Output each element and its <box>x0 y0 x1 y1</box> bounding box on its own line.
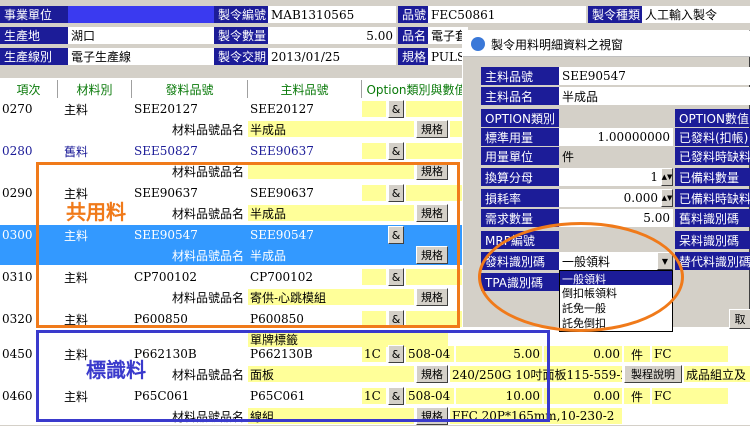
dlg-issued-time-label: 已發料時缺料 <box>675 147 750 165</box>
option-field[interactable] <box>362 143 386 159</box>
col-type-header[interactable]: 材料別 <box>58 80 132 98</box>
dlg-issued-label: 已發料(扣帳) <box>675 128 750 146</box>
order-type-label: 製令種類 <box>588 6 642 23</box>
highlight-ellipse <box>478 222 684 332</box>
material-name-label: 材料品號品名 <box>171 122 244 137</box>
row-no: 0280 <box>2 144 33 158</box>
dlg-conv[interactable]: 1 <box>559 168 661 186</box>
unit: 件 <box>624 388 650 404</box>
dlg-main-part-name[interactable]: 半成品 <box>559 87 750 105</box>
material-name: 半成品 <box>248 121 414 137</box>
production-line-field[interactable]: 電子生產線 <box>68 48 214 65</box>
source: FC <box>652 388 728 404</box>
order-qty-label: 製令數量 <box>214 27 268 44</box>
business-unit-field[interactable] <box>68 6 214 23</box>
label-material-note: 標識料 <box>86 358 146 382</box>
issued-qty: 0.00 <box>544 388 622 404</box>
business-unit-label: 事業單位 <box>0 6 68 23</box>
dlg-option-type-label: OPTION類別 <box>481 109 559 127</box>
dlg-usage-unit[interactable]: 件 <box>559 147 673 165</box>
spec-value <box>450 121 462 137</box>
production-line-label: 生產線別 <box>0 48 68 65</box>
dlg-loss[interactable]: 0.000 <box>559 189 661 207</box>
col-option-header[interactable]: Option類別與數值 <box>362 80 472 98</box>
col-main-header[interactable]: 主料品號 <box>248 80 362 98</box>
process-desc: 成品組立及 <box>684 366 750 382</box>
dlg-old-code-label: 舊料識別碼 <box>675 209 750 227</box>
shared-material-note: 共用料 <box>66 200 126 224</box>
conv-spinner[interactable]: ▲▼ <box>661 168 673 186</box>
dlg-conv-label: 換算分母 <box>481 168 559 186</box>
dlg-prepared-qty-label: 已備料數量 <box>675 168 750 186</box>
dlg-option-value-label: OPTION數值 <box>675 109 750 127</box>
order-qty-field[interactable]: 5.00 <box>268 27 396 44</box>
unit: 件 <box>624 346 650 362</box>
row-issue[interactable]: SEE50827 <box>132 141 246 161</box>
cancel-button[interactable]: 取 <box>729 309 750 329</box>
spec-button[interactable]: 規格 <box>416 120 448 138</box>
order-date-label: 製令交期 <box>214 48 268 65</box>
row-type: 主料 <box>64 102 89 117</box>
dlg-std-usage-label: 標準用量 <box>481 128 559 146</box>
production-site-field[interactable]: 湖口 <box>68 27 214 44</box>
shared-material-box <box>36 162 460 328</box>
row-main[interactable]: SEE20127 <box>248 99 360 119</box>
order-type-field[interactable]: 人工輸入製令 <box>642 6 750 23</box>
option-value-field[interactable] <box>406 101 462 117</box>
amp-button[interactable]: & <box>388 142 404 160</box>
dlg-main-part-no[interactable]: SEE90547 <box>559 67 750 85</box>
dialog-titlebar[interactable]: 製令用料明細資料之視窗 <box>463 31 750 57</box>
dlg-main-part-no-label: 主料品號 <box>481 67 559 85</box>
amp-button[interactable]: & <box>388 100 404 118</box>
dlg-prepared-time-label: 已備料時缺料 <box>675 189 750 207</box>
part-no-label: 品號 <box>398 6 428 23</box>
part-no-field[interactable]: FEC50861 <box>428 6 586 23</box>
row-main[interactable]: SEE90637 <box>248 141 360 161</box>
dlg-sub-code-label: 替代料識別碼 <box>675 252 750 270</box>
process-desc-button[interactable]: 製程說明 <box>624 365 682 383</box>
dlg-loss-label: 損耗率 <box>481 189 559 207</box>
col-no-header[interactable]: 項次 <box>0 80 58 98</box>
row-type: 舊料 <box>64 144 89 159</box>
dialog-title: 製令用料明細資料之視窗 <box>491 38 624 52</box>
issued-qty: 0.00 <box>544 346 622 362</box>
spec-label: 規格 <box>398 48 428 65</box>
part-name-label: 品名 <box>398 27 428 44</box>
row-issue[interactable]: SEE20127 <box>132 99 246 119</box>
order-no-label: 製令編號 <box>214 6 268 23</box>
production-site-label: 生產地 <box>0 27 68 44</box>
loss-spinner[interactable]: ▲▼ <box>661 189 673 207</box>
option-field[interactable] <box>362 101 386 117</box>
dlg-option-type[interactable] <box>559 109 673 127</box>
dlg-std-usage[interactable]: 1.00000000 <box>559 128 673 146</box>
order-no-field[interactable]: MAB1310565 <box>268 6 396 23</box>
dlg-new-code-label: 呆料識別碼 <box>675 231 750 249</box>
dlg-main-part-name-label: 主料品名 <box>481 87 559 105</box>
col-issue-header[interactable]: 發料品號 <box>132 80 248 98</box>
option-value-field[interactable] <box>406 143 462 159</box>
row-no: 0270 <box>2 102 33 116</box>
source: FC <box>652 346 728 362</box>
order-date-field[interactable]: 2013/01/25 <box>268 48 396 65</box>
app-icon <box>471 37 485 51</box>
dlg-usage-unit-label: 用量單位 <box>481 147 559 165</box>
